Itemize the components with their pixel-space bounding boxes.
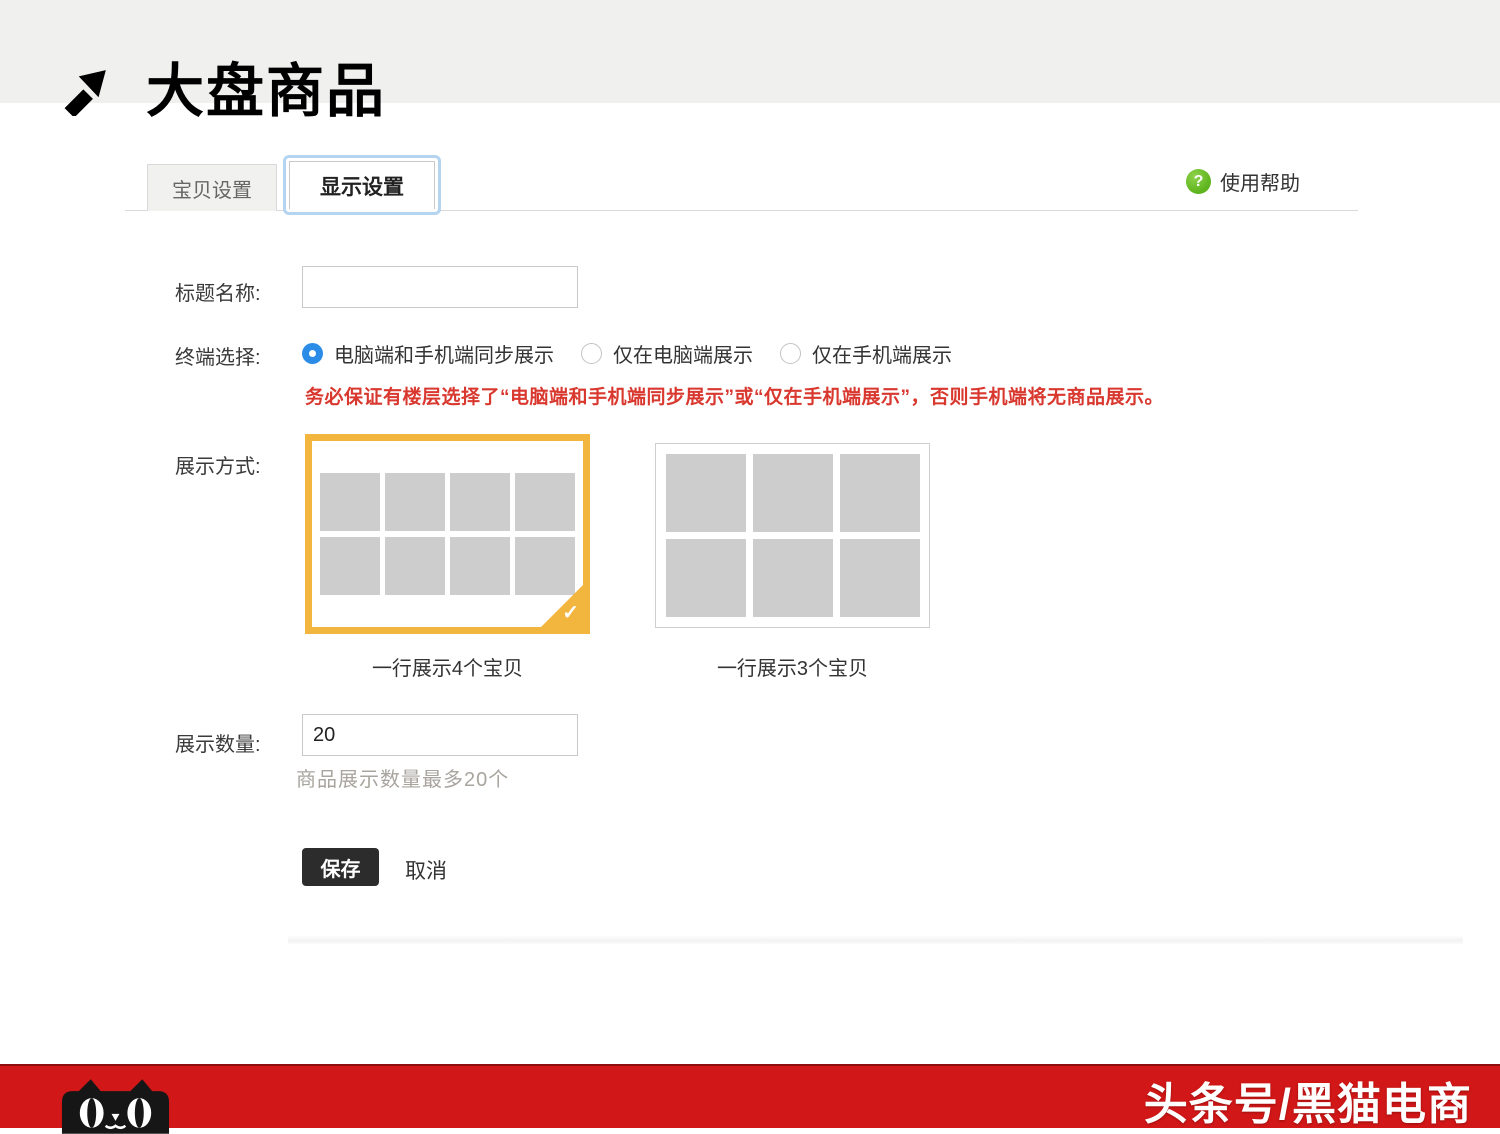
- terminal-radio-option[interactable]: 电脑端和手机端同步展示: [302, 339, 554, 368]
- tab-display-settings-label: 显示设置: [289, 161, 435, 209]
- tab-display-settings[interactable]: 显示设置: [283, 155, 441, 215]
- tab-product-settings[interactable]: 宝贝设置: [147, 164, 277, 211]
- terminal-radio-label: 仅在电脑端展示: [613, 339, 753, 368]
- display-mode-option: 一行展示3个宝贝: [655, 434, 930, 681]
- radio-unselected-icon[interactable]: [780, 343, 801, 364]
- product-placeholder-square: [753, 454, 833, 532]
- terminal-radio-label: 电脑端和手机端同步展示: [334, 339, 554, 368]
- product-placeholder-square: [320, 473, 380, 531]
- terminal-radio-option[interactable]: 仅在手机端展示: [780, 339, 952, 368]
- radio-unselected-icon[interactable]: [581, 343, 602, 364]
- quantity-label: 展示数量:: [175, 728, 261, 757]
- display-mode-caption: 一行展示3个宝贝: [717, 652, 868, 681]
- display-mode-label: 展示方式:: [175, 450, 261, 479]
- product-placeholder-square: [450, 537, 510, 595]
- product-placeholder-square: [666, 454, 746, 532]
- cancel-button[interactable]: 取消: [405, 855, 447, 885]
- terminal-radio-label: 仅在手机端展示: [812, 339, 952, 368]
- terminal-options: 电脑端和手机端同步展示 仅在电脑端展示 仅在手机端展示: [302, 339, 952, 368]
- help-link[interactable]: ? 使用帮助: [1186, 167, 1300, 196]
- product-placeholder-square: [450, 473, 510, 531]
- product-placeholder-square: [320, 537, 380, 595]
- footer-credit-text: 头条号/黑猫电商: [1144, 1068, 1472, 1132]
- help-label: 使用帮助: [1220, 167, 1300, 196]
- product-placeholder-square: [666, 539, 746, 617]
- northeast-arrow-icon: [60, 66, 110, 116]
- product-placeholder-square: [840, 454, 920, 532]
- radio-selected-icon[interactable]: [302, 343, 323, 364]
- product-placeholder-square: [385, 473, 445, 531]
- save-button[interactable]: 保存: [302, 848, 379, 886]
- panel-bottom-divider: [288, 936, 1463, 944]
- quantity-hint: 商品展示数量最多20个: [296, 763, 509, 792]
- display-mode-options: ✓ 一行展示4个宝贝 一行展示3个宝贝: [305, 434, 930, 681]
- terminal-warning-text: 务必保证有楼层选择了“电脑端和手机端同步展示”或“仅在手机端展示”，否则手机端将…: [305, 382, 1164, 409]
- page-title: 大盘商品: [146, 60, 386, 124]
- terminal-select-label: 终端选择:: [175, 341, 261, 370]
- tmall-cat-logo-icon: [58, 1078, 173, 1134]
- product-placeholder-square: [840, 539, 920, 617]
- display-mode-card[interactable]: [655, 443, 930, 628]
- display-mode-card-selected[interactable]: ✓: [305, 434, 590, 634]
- product-placeholder-square: [385, 537, 445, 595]
- question-circle-icon: ?: [1186, 169, 1211, 194]
- page-header: 大盘商品: [60, 60, 386, 124]
- footer-bar: 头条号/黑猫电商: [0, 1064, 1500, 1128]
- title-name-input[interactable]: [302, 266, 578, 308]
- checkmark-icon: ✓: [562, 600, 579, 625]
- display-mode-caption: 一行展示4个宝贝: [372, 652, 523, 681]
- title-name-label: 标题名称:: [175, 277, 261, 306]
- terminal-radio-option[interactable]: 仅在电脑端展示: [581, 339, 753, 368]
- product-placeholder-square: [753, 539, 833, 617]
- display-mode-option: ✓ 一行展示4个宝贝: [305, 434, 590, 681]
- product-placeholder-square: [515, 473, 575, 531]
- quantity-input[interactable]: [302, 714, 578, 756]
